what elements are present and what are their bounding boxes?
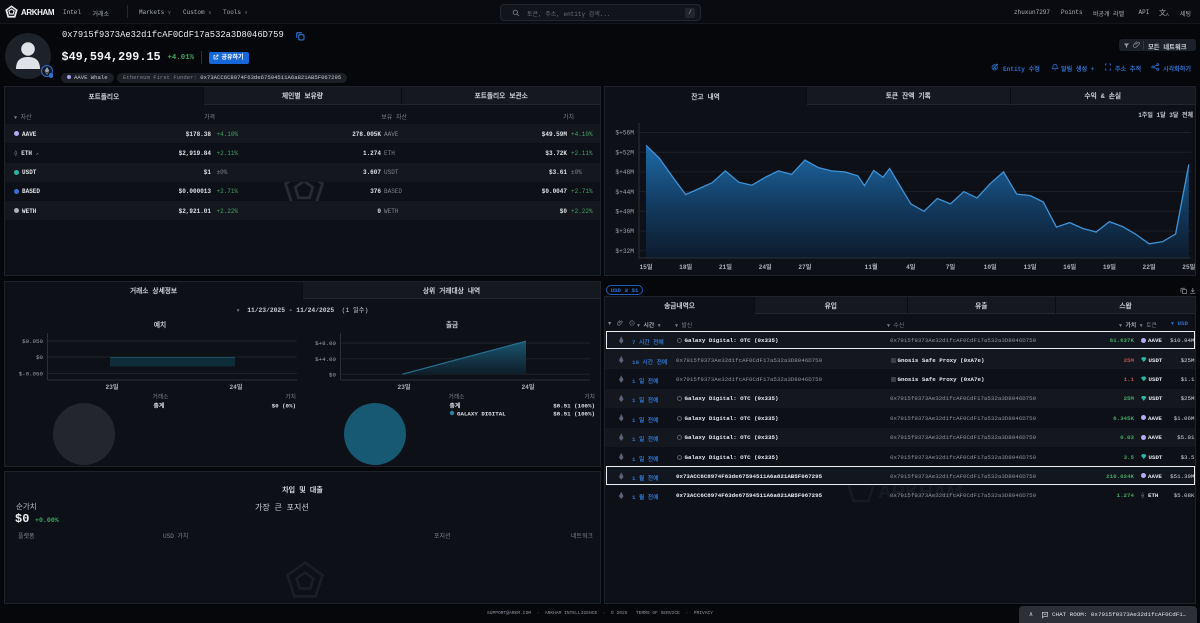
svg-text:GALAXY DIGITAL: GALAXY DIGITAL [457,411,506,418]
svg-text:출금: 출금 [446,320,458,330]
svg-text:18일: 18일 [679,263,692,271]
svg-text:예치: 예치 [154,320,166,330]
svg-text:4일: 4일 [906,263,916,271]
svg-text:거래소: 거래소 [153,393,170,401]
svg-text:7일: 7일 [946,263,956,271]
svg-text:$+32M: $+32M [615,248,634,255]
svg-text:거래소: 거래소 [449,393,466,401]
svg-text:23일: 23일 [397,383,410,391]
svg-text:25일: 25일 [1182,263,1195,271]
svg-text:24일: 24일 [521,383,534,391]
svg-text:11월: 11월 [865,263,878,271]
svg-text:$-0.050: $-0.050 [19,371,44,378]
svg-text:10일: 10일 [984,263,997,271]
svg-text:24일: 24일 [229,383,242,391]
svg-text:$+36M: $+36M [615,228,634,235]
svg-text:$8.51 (100%): $8.51 (100%) [553,403,595,410]
svg-text:27일: 27일 [798,263,811,271]
svg-text:15일: 15일 [639,263,652,271]
svg-text:24일: 24일 [759,263,772,271]
svg-text:$+48M: $+48M [615,169,634,176]
svg-text:$+44M: $+44M [615,189,634,196]
svg-text:23일: 23일 [105,383,118,391]
svg-text:$0: $0 [329,371,336,378]
svg-text:가치: 가치 [285,393,296,401]
svg-text:$+56M: $+56M [615,130,634,137]
svg-text:22일: 22일 [1143,263,1156,271]
svg-text:21일: 21일 [719,263,732,271]
svg-text:$+40M: $+40M [615,209,634,216]
svg-text:13일: 13일 [1023,263,1036,271]
svg-text:총계: 총계 [450,402,461,410]
svg-text:$+4.00: $+4.00 [315,356,336,363]
svg-text:16일: 16일 [1063,263,1076,271]
svg-text:$8.51 (100%): $8.51 (100%) [553,411,595,418]
svg-text:$0: $0 [36,354,43,361]
svg-text:총계: 총계 [154,402,165,410]
svg-text:$+52M: $+52M [615,149,634,156]
svg-text:$0 (0%): $0 (0%) [272,403,296,410]
svg-text:$+8.00: $+8.00 [315,340,336,347]
svg-text:19일: 19일 [1103,263,1116,271]
svg-text:가치: 가치 [584,393,595,401]
svg-text:$0.050: $0.050 [22,338,43,345]
